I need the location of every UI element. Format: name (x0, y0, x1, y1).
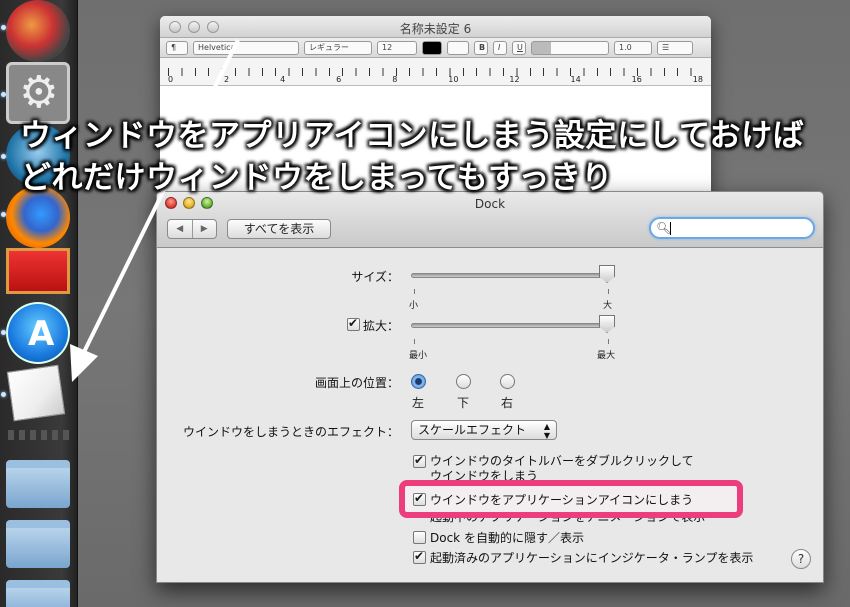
underline-button[interactable]: U (512, 40, 526, 55)
autohide-dock-label: Dock を自動的に隠す／表示 (430, 531, 584, 545)
size-min-label: 小 (409, 301, 419, 311)
running-indicator (1, 212, 6, 217)
double-click-minimize-checkbox[interactable] (413, 453, 426, 468)
running-indicator (1, 330, 6, 335)
list-style-popup[interactable]: ☰ (657, 40, 693, 55)
ruler-number: 12 (509, 75, 520, 84)
magnify-slider[interactable] (411, 323, 613, 328)
magnify-max-label: 最大 (597, 351, 616, 361)
line-spacing-popup[interactable]: 1.0 (614, 40, 652, 55)
ruler-number: 6 (336, 75, 342, 84)
font-family-popup[interactable]: Helvetica (193, 40, 299, 55)
minimize-into-app-icon-label: ウインドウをアプリケーションアイコンにしまう (430, 493, 694, 507)
position-bottom-radio[interactable] (456, 374, 471, 389)
caption-line-2: どれだけウィンドウをしまってもすっきり (20, 160, 613, 196)
magnify-checkbox[interactable] (347, 316, 360, 331)
back-button[interactable]: ◀ (168, 220, 193, 238)
size-slider[interactable] (411, 273, 613, 278)
ruler-number: 4 (280, 75, 286, 84)
ruler-numbers: 0 2 4 6 8 10 12 14 16 18 (168, 75, 703, 85)
textedit-icon[interactable] (6, 364, 66, 422)
magnify-min-label: 最小 (409, 351, 428, 361)
popup-arrows-icon: ▲ ▼ (543, 422, 551, 440)
ruler-number: 18 (692, 75, 703, 84)
minimize-into-app-icon-checkbox[interactable] (413, 491, 426, 506)
effect-label: ウインドウをしまうときのエフェクト： (182, 425, 399, 439)
help-button[interactable]: ? (791, 549, 811, 569)
running-indicator (1, 154, 6, 159)
bold-button[interactable]: B (474, 40, 488, 55)
position-bottom-label: 下 (457, 396, 470, 410)
effect-popup-value: スケールエフェクト (418, 423, 527, 437)
format-toolbar: ¶ Helvetica レギュラー 12 B I U 1.0 ☰ (160, 38, 711, 58)
slider-tick (414, 289, 415, 294)
search-icon: 🔍︎ (656, 221, 672, 235)
size-max-label: 大 (603, 301, 613, 311)
position-left-radio[interactable] (411, 374, 426, 389)
slider-tick (608, 339, 609, 344)
ruler-number: 10 (448, 75, 459, 84)
show-all-button[interactable]: すべてを表示 (227, 219, 331, 239)
app-store-icon[interactable] (6, 302, 70, 364)
highlight-color-well[interactable] (447, 40, 469, 55)
italic-button[interactable]: I (493, 40, 507, 55)
font-size-field[interactable]: 12 (377, 40, 417, 55)
slider-tick (414, 339, 415, 344)
effect-popup[interactable]: スケールエフェクト ▲ ▼ (411, 420, 557, 440)
documents-folder-icon[interactable] (6, 520, 70, 568)
window-title: 名称未設定 6 (399, 22, 472, 36)
running-indicator (1, 92, 6, 97)
back-forward-control: ◀ ▶ (167, 219, 217, 239)
position-label: 画面上の位置： (314, 376, 399, 390)
caption-line-1: ウィンドウをアプリアイコンにしまう設定にしておけば (20, 118, 805, 154)
font-style-popup[interactable]: レギュラー (304, 40, 372, 55)
size-label: サイズ： (351, 270, 399, 284)
applications-folder-icon[interactable] (6, 460, 70, 508)
window-title: Dock (474, 197, 506, 211)
ruler-number: 8 (392, 75, 398, 84)
launchpad-icon[interactable] (6, 0, 70, 62)
magnify-slider-knob[interactable] (599, 315, 615, 333)
search-field[interactable]: 🔍︎ (649, 217, 815, 239)
ruler[interactable]: 0 2 4 6 8 10 12 14 16 18 (160, 58, 711, 86)
size-slider-knob[interactable] (599, 265, 615, 283)
indicator-lights-checkbox[interactable] (413, 549, 426, 564)
dock-separator (8, 430, 70, 440)
prefs-content: サイズ： 小 大 拡大： 最小 最大 画面上の位置： 左 下 右 ウインドウをし… (157, 248, 823, 582)
text-cursor (670, 222, 671, 235)
paragraph-style-popup[interactable]: ¶ (166, 40, 188, 55)
position-left-label: 左 (412, 396, 425, 410)
dock-preferences-window: Dock ◀ ▶ すべてを表示 🔍︎ サイズ： 小 大 拡大： 最小 最大 画面… (156, 191, 824, 583)
forward-button[interactable]: ▶ (193, 220, 217, 238)
photo-booth-icon[interactable] (6, 248, 70, 294)
position-right-radio[interactable] (500, 374, 515, 389)
alignment-control[interactable] (531, 40, 609, 55)
slider-tick (608, 289, 609, 294)
textedit-titlebar[interactable]: 名称未設定 6 (160, 16, 711, 38)
ruler-number: 16 (631, 75, 642, 84)
text-color-well[interactable] (422, 40, 442, 55)
ruler-number: 2 (224, 75, 230, 84)
downloads-folder-icon[interactable] (6, 580, 70, 607)
running-indicator (1, 392, 6, 397)
autohide-dock-checkbox[interactable] (413, 531, 426, 544)
running-indicator (1, 25, 6, 30)
position-right-label: 右 (501, 396, 514, 410)
indicator-lights-label: 起動済みのアプリケーションにインジケータ・ランプを表示 (430, 551, 754, 565)
magnify-label: 拡大： (362, 319, 399, 333)
ruler-number: 14 (570, 75, 581, 84)
prefs-toolbar[interactable]: Dock ◀ ▶ すべてを表示 🔍︎ (157, 192, 823, 248)
dock (0, 0, 78, 607)
ruler-number: 0 (168, 75, 174, 84)
